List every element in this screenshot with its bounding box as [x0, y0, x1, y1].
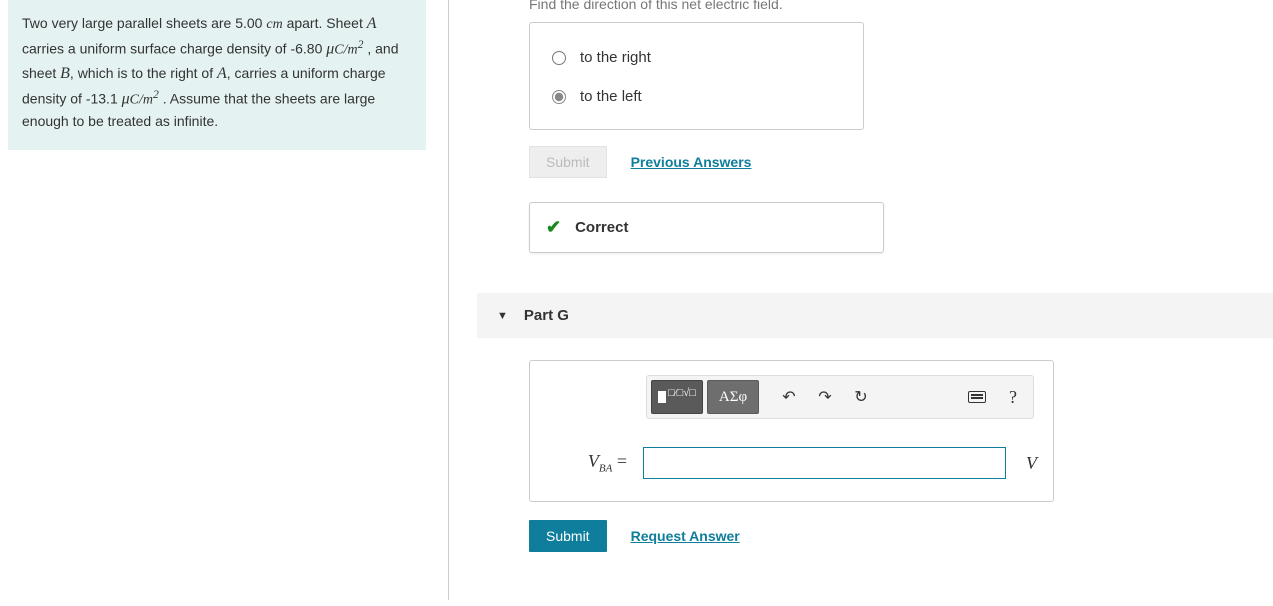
- radio-options-box: to the right to the left: [529, 22, 864, 130]
- templates-button[interactable]: □⁄□√□: [651, 380, 703, 414]
- rect-icon: [658, 391, 666, 403]
- redo-button[interactable]: ↷: [809, 382, 841, 412]
- answer-input[interactable]: [643, 447, 1006, 479]
- radio-left-input[interactable]: [552, 90, 566, 104]
- var-B: B: [60, 65, 70, 82]
- previous-answers-link[interactable]: Previous Answers: [631, 154, 752, 170]
- mu: μ: [122, 90, 130, 107]
- problem-text: carries a uniform surface charge density…: [22, 41, 326, 57]
- submit-row-g: Submit Request Answer: [529, 520, 1273, 552]
- variable-label: VBA =: [546, 451, 633, 475]
- var-V: V: [588, 451, 599, 471]
- equation-toolbar: □⁄□√□ ΑΣφ ↶ ↷ ↻ ?: [646, 375, 1034, 419]
- unit-muc: C/m: [334, 43, 357, 58]
- radio-option-left[interactable]: to the left: [552, 80, 841, 119]
- radio-left-label: to the left: [580, 88, 642, 105]
- equation-row: VBA = V: [546, 447, 1037, 479]
- keyboard-button[interactable]: [961, 382, 993, 412]
- request-answer-link[interactable]: Request Answer: [631, 528, 740, 544]
- undo-button[interactable]: ↶: [773, 382, 805, 412]
- var-A: A: [367, 15, 377, 32]
- feedback-correct-box: ✔ Correct: [529, 202, 884, 253]
- part-g-label: Part G: [524, 307, 569, 324]
- radio-option-right[interactable]: to the right: [552, 41, 841, 80]
- problem-text: apart. Sheet: [283, 15, 367, 31]
- vertical-divider: [448, 0, 449, 600]
- help-button[interactable]: ?: [997, 382, 1029, 412]
- answer-input-box: □⁄□√□ ΑΣφ ↶ ↷ ↻ ? VBA = V: [529, 360, 1054, 502]
- unit-label: V: [1026, 453, 1037, 474]
- radio-right-input[interactable]: [552, 51, 566, 65]
- checkmark-icon: ✔: [546, 217, 561, 238]
- submit-button[interactable]: Submit: [529, 520, 607, 552]
- equals-sign: =: [612, 451, 627, 471]
- unit-cm: cm: [266, 17, 282, 32]
- greek-button[interactable]: ΑΣφ: [707, 380, 759, 414]
- root-icon: □⁄□√□: [668, 387, 696, 399]
- reset-button[interactable]: ↻: [845, 382, 877, 412]
- problem-statement: Two very large parallel sheets are 5.00 …: [8, 0, 426, 150]
- problem-text: Two very large parallel sheets are 5.00: [22, 15, 266, 31]
- correct-label: Correct: [575, 219, 628, 236]
- problem-text: , which is to the right of: [70, 65, 217, 81]
- part-g-header[interactable]: ▼ Part G: [477, 293, 1273, 338]
- var-sub: BA: [599, 463, 612, 475]
- var-A: A: [217, 65, 227, 82]
- unit-muc: C/m: [130, 92, 153, 107]
- answer-panel: Find the direction of this net electric …: [477, 0, 1273, 552]
- question-instruction: Find the direction of this net electric …: [529, 0, 1273, 12]
- submit-row-prev: Submit Previous Answers: [529, 146, 1273, 178]
- keyboard-icon: [968, 391, 986, 403]
- radio-right-label: to the right: [580, 49, 651, 66]
- collapse-icon[interactable]: ▼: [497, 310, 508, 322]
- submit-button-disabled: Submit: [529, 146, 607, 178]
